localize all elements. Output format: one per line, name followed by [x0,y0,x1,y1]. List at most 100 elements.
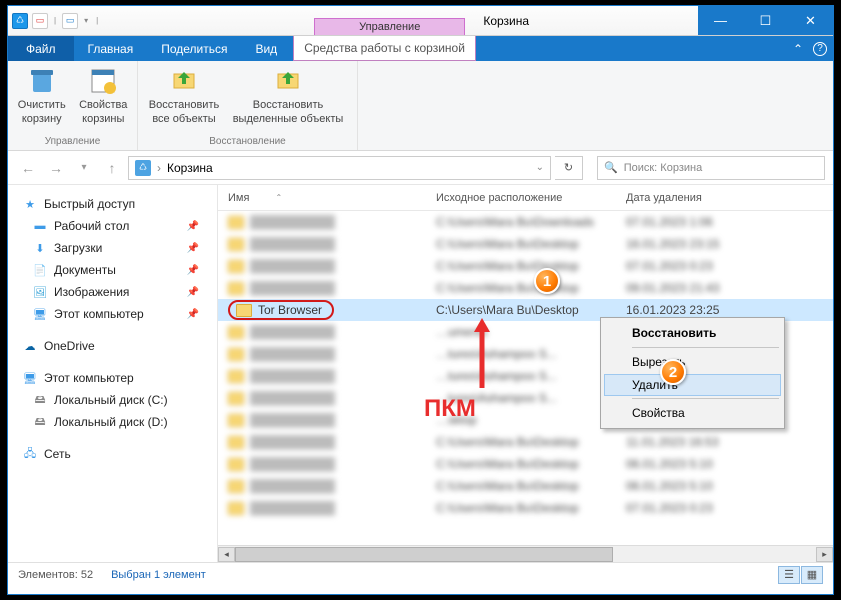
table-row[interactable]: ██████████C:\Users\Mara Bu\Desktop07.01.… [218,497,833,519]
nav-onedrive[interactable]: ☁OneDrive [8,335,217,357]
restore-selected-button[interactable]: Восстановитьвыделенные объекты [230,65,346,134]
column-headers[interactable]: Имя⌃ Исходное расположение Дата удаления [218,185,833,211]
nav-network[interactable]: 🖧Сеть [8,443,217,465]
breadcrumb[interactable]: ♺ › Корзина ⌄ [128,156,551,180]
refresh-button[interactable]: ↻ [555,156,583,180]
folder-icon [228,414,244,427]
nav-documents[interactable]: 📄Документы📌 [8,259,217,281]
table-row[interactable]: ██████████C:\Users\Mara Bu\Desktop09.01.… [218,277,833,299]
context-menu: Восстановить Вырезать Удалить Свойства [600,317,785,429]
ribbon-group-label: Восстановление [138,134,357,150]
help-icon[interactable]: ? [813,42,827,56]
contextual-tab-group: Управление [314,18,465,35]
quick-access-toolbar: ♺ ▭ | ▭ ▾ | [8,6,104,35]
qat-item-icon[interactable]: ▭ [62,13,78,29]
menu-item-delete[interactable]: Удалить [604,374,781,396]
date-deleted: 16.01.2023 23:25 [626,303,833,317]
search-input[interactable]: 🔍 Поиск: Корзина [597,156,825,180]
date-deleted: 07.01.2023 0:23 [626,259,833,273]
recycle-bin-icon[interactable]: ♺ [12,13,28,29]
date-deleted: 06.01.2023 5:10 [626,479,833,493]
recycle-bin-properties-button[interactable]: Свойствакорзины [76,65,132,134]
scroll-thumb[interactable] [235,547,613,562]
navigation-pane[interactable]: ★Быстрый доступ ▬Рабочий стол📌 ⬇Загрузки… [8,185,218,562]
status-item-count: Элементов: 52 [18,569,93,581]
column-original-location[interactable]: Исходное расположение [436,192,626,204]
history-dropdown[interactable]: ▾ [72,156,96,180]
scroll-right-button[interactable]: ▸ [816,547,833,562]
annotation-arrow-icon [472,318,492,388]
folder-icon [228,238,244,251]
table-row[interactable]: ██████████C:\Users\Mara Bu\Desktop06.01.… [218,475,833,497]
pin-icon: 📌 [187,221,199,232]
menu-item-restore[interactable]: Восстановить [604,321,781,345]
table-row[interactable]: ██████████C:\Users\Mara Bu\Desktop16.01.… [218,233,833,255]
pin-icon: 📌 [187,309,199,320]
original-location: C:\Users\Mara Bu\Desktop [436,303,626,317]
ribbon-tab-row: Файл Главная Поделиться Вид Средства раб… [8,36,833,61]
table-row[interactable]: ██████████C:\Users\Mara Bu\Desktop06.01.… [218,453,833,475]
nav-downloads[interactable]: ⬇Загрузки📌 [8,237,217,259]
nav-desktop[interactable]: ▬Рабочий стол📌 [8,215,217,237]
explorer-window: ♺ ▭ | ▭ ▾ | Управление Корзина — ☐ ✕ Фай… [7,5,834,595]
original-location: C:\Users\Mara Bu\Desktop [436,457,626,471]
breadcrumb-location[interactable]: Корзина [167,161,213,175]
annotation-badge-1: 1 [534,268,560,294]
status-selection: Выбран 1 элемент [111,569,206,581]
search-icon: 🔍 [604,161,618,174]
chevron-down-icon[interactable]: ⌄ [536,162,544,173]
column-date-deleted[interactable]: Дата удаления [626,192,833,204]
folder-icon [228,392,244,405]
folder-icon [228,326,244,339]
back-button[interactable]: ← [16,156,40,180]
tab-home[interactable]: Главная [74,36,148,61]
nav-drive-c[interactable]: 🖴Локальный диск (C:) [8,389,217,411]
original-location: C:\Users\Mara Bu\Desktop [436,435,626,449]
nav-drive-d[interactable]: 🖴Локальный диск (D:) [8,411,217,433]
folder-icon [228,260,244,273]
original-location: C:\Users\Mara Bu\Desktop [436,259,626,273]
nav-thispc-pinned[interactable]: 🖥Этот компьютер📌 [8,303,217,325]
pin-icon: 📌 [187,265,199,276]
address-bar: ← → ▾ ↑ ♺ › Корзина ⌄ ↻ 🔍 Поиск: Корзина [8,151,833,185]
date-deleted: 07.01.2023 1:06 [626,215,833,229]
qat-item-icon[interactable]: ▭ [32,13,48,29]
original-location: C:\Users\Mara Bu\Desktop [436,281,626,295]
view-details-button[interactable]: ☰ [778,566,800,584]
up-button[interactable]: ↑ [100,156,124,180]
forward-button[interactable]: → [44,156,68,180]
title-bar: ♺ ▭ | ▭ ▾ | Управление Корзина — ☐ ✕ [8,6,833,36]
nav-thispc[interactable]: 🖥Этот компьютер [8,367,217,389]
nav-quick-access[interactable]: ★Быстрый доступ [8,193,217,215]
tab-recycle-tools[interactable]: Средства работы с корзиной [293,36,476,61]
ribbon-group-label: Управление [8,134,137,150]
table-row[interactable]: ██████████C:\Users\Mara Bu\Downloads07.0… [218,211,833,233]
ribbon-collapse-icon[interactable]: ⌃ [793,42,803,56]
folder-icon [236,304,252,317]
folder-icon [228,216,244,229]
original-location: C:\Users\Mara Bu\Downloads [436,215,626,229]
column-name[interactable]: Имя [228,192,249,204]
tab-share[interactable]: Поделиться [147,36,241,61]
maximize-button[interactable]: ☐ [743,6,788,35]
scroll-left-button[interactable]: ◂ [218,547,235,562]
menu-item-cut[interactable]: Вырезать [604,350,781,374]
nav-pictures[interactable]: 🖼Изображения📌 [8,281,217,303]
empty-recycle-bin-button[interactable]: Очиститькорзину [14,65,70,134]
chevron-down-icon[interactable]: ▾ [82,16,90,25]
menu-item-properties[interactable]: Свойства [604,401,781,425]
close-button[interactable]: ✕ [788,6,833,35]
tab-file[interactable]: Файл [8,36,74,61]
table-row[interactable]: ██████████C:\Users\Mara Bu\Desktop11.01.… [218,431,833,453]
file-name: Tor Browser [258,303,322,317]
date-deleted: 16.01.2023 23:15 [626,237,833,251]
horizontal-scrollbar[interactable]: ◂ ▸ [218,545,833,562]
minimize-button[interactable]: — [698,6,743,35]
table-row[interactable]: ██████████C:\Users\Mara Bu\Desktop07.01.… [218,255,833,277]
tab-view[interactable]: Вид [241,36,291,61]
pin-icon: 📌 [187,287,199,298]
annotation-badge-2: 2 [660,359,686,385]
file-list: Имя⌃ Исходное расположение Дата удаления… [218,185,833,562]
view-icons-button[interactable]: ▦ [801,566,823,584]
restore-all-button[interactable]: Восстановитьвсе объекты [144,65,224,134]
